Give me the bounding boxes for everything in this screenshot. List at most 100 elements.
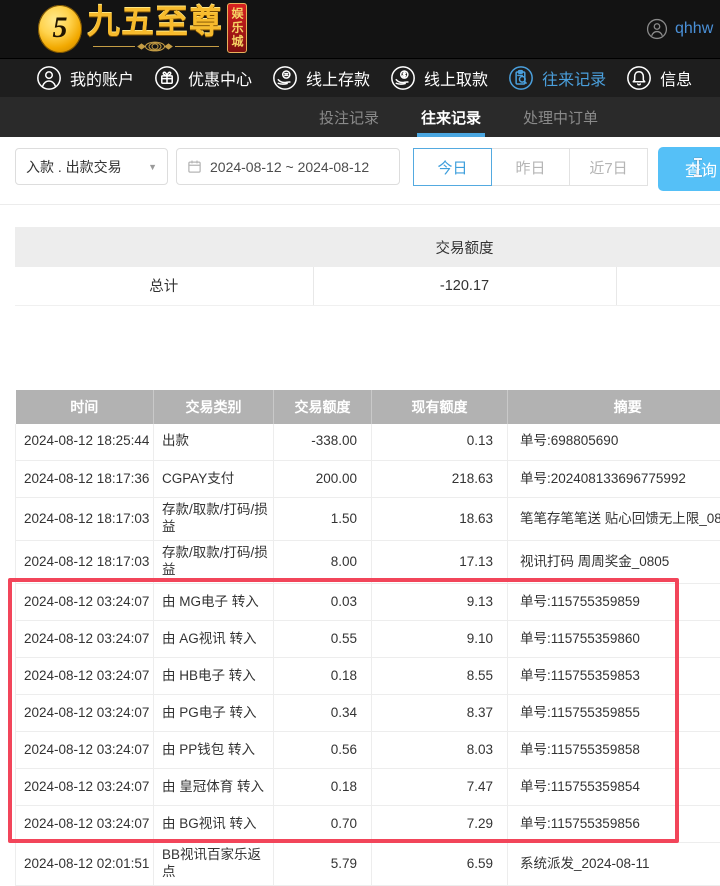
column-header: 摘要	[508, 390, 720, 424]
cell-balance: 8.03	[372, 732, 508, 769]
table-row: 2024-08-12 03:24:07由 MG电子 转入0.039.13单号:1…	[16, 584, 720, 621]
cell-time: 2024-08-12 03:24:07	[16, 806, 154, 843]
cell-amount: 0.55	[274, 621, 372, 658]
search-button[interactable]: 查询	[658, 147, 720, 191]
summary-header-row: 交易额度	[15, 227, 720, 267]
deposit-icon	[272, 65, 298, 91]
username-text[interactable]: qhhw	[675, 20, 713, 38]
bell-icon	[626, 65, 652, 91]
cell-summary: 单号:698805690	[508, 424, 720, 461]
quick-date-button-2[interactable]: 近7日	[569, 148, 648, 186]
quick-date-button-1[interactable]: 昨日	[491, 148, 570, 186]
records-icon	[508, 65, 534, 91]
cell-type: 由 PG电子 转入	[154, 695, 274, 732]
cell-time: 2024-08-12 03:24:07	[16, 584, 154, 621]
summary-header-empty	[15, 227, 313, 267]
cell-balance: 8.37	[372, 695, 508, 732]
summary-header-label: 交易额度	[313, 227, 616, 267]
cell-type: 存款/取款/打码/损益	[154, 541, 274, 584]
nav-item-label: 线上存款	[306, 66, 370, 90]
nav-item-label: 往来记录	[542, 66, 606, 90]
table-row: 2024-08-12 03:24:07由 HB电子 转入0.188.55单号:1…	[16, 658, 720, 695]
summary-section: 交易额度 总计 -120.17	[0, 227, 720, 306]
table-row: 2024-08-12 18:17:03存款/取款/打码/损益1.5018.63笔…	[16, 498, 720, 541]
logo-badge: 娱乐城	[227, 3, 247, 53]
cell-time: 2024-08-12 03:24:07	[16, 769, 154, 806]
site-logo[interactable]: 5 九五至尊 娱乐城	[38, 0, 247, 58]
cell-time: 2024-08-12 02:01:51	[16, 843, 154, 886]
cell-time: 2024-08-12 18:17:03	[16, 541, 154, 584]
nav-item-label: 线上取款	[424, 66, 488, 90]
cell-time: 2024-08-12 03:24:07	[16, 732, 154, 769]
cell-amount: 1.50	[274, 498, 372, 541]
table-row: 2024-08-12 02:01:51BB视讯百家乐返点5.796.59系统派发…	[16, 843, 720, 886]
user-account[interactable]: qhhw	[646, 0, 713, 58]
cell-type: 由 PP钱包 转入	[154, 732, 274, 769]
table-row: 2024-08-12 03:24:07由 PG电子 转入0.348.37单号:1…	[16, 695, 720, 732]
sub-tab-2[interactable]: 处理中订单	[519, 97, 602, 137]
table-row: 2024-08-12 03:24:07由 皇冠体育 转入0.187.47单号:1…	[16, 769, 720, 806]
cell-amount: -338.00	[274, 424, 372, 461]
nav-item-3[interactable]: 线上取款	[390, 65, 488, 91]
cell-balance: 9.10	[372, 621, 508, 658]
cell-summary: 单号:115755359859	[508, 584, 720, 621]
summary-header-empty	[616, 227, 720, 267]
cell-balance: 7.47	[372, 769, 508, 806]
cell-type: BB视讯百家乐返点	[154, 843, 274, 886]
withdraw-icon	[390, 65, 416, 91]
cell-type: 由 BG视讯 转入	[154, 806, 274, 843]
nav-item-0[interactable]: 我的账户	[36, 65, 134, 91]
cell-type: 由 MG电子 转入	[154, 584, 274, 621]
cell-time: 2024-08-12 03:24:07	[16, 658, 154, 695]
cell-summary: 单号:115755359858	[508, 732, 720, 769]
cell-summary: 单号:115755359853	[508, 658, 720, 695]
table-row: 2024-08-12 03:24:07由 PP钱包 转入0.568.03单号:1…	[16, 732, 720, 769]
nav-item-label: 优惠中心	[188, 66, 252, 90]
summary-total-row: 总计 -120.17	[15, 267, 720, 305]
cell-type: 出款	[154, 424, 274, 461]
cell-amount: 0.18	[274, 769, 372, 806]
user-icon	[36, 65, 62, 91]
cell-amount: 200.00	[274, 461, 372, 498]
cell-balance: 18.63	[372, 498, 508, 541]
cell-time: 2024-08-12 18:17:03	[16, 498, 154, 541]
calendar-icon	[187, 159, 202, 174]
sub-tab-0[interactable]: 投注记录	[315, 97, 383, 137]
summary-total-value: -120.17	[313, 267, 616, 305]
nav-item-2[interactable]: 线上存款	[272, 65, 370, 91]
cell-type: 存款/取款/打码/损益	[154, 498, 274, 541]
chevron-down-icon: ▼	[148, 162, 157, 172]
quick-date-button-0[interactable]: 今日	[413, 148, 492, 186]
cell-balance: 9.13	[372, 584, 508, 621]
transactions-body: 2024-08-12 18:25:44出款-338.000.13单号:69880…	[16, 424, 720, 886]
cell-type: 由 皇冠体育 转入	[154, 769, 274, 806]
date-range-input[interactable]: 2024-08-12 ~ 2024-08-12	[176, 148, 400, 185]
sub-nav: 投注记录往来记录处理中订单	[0, 97, 720, 137]
cell-amount: 8.00	[274, 541, 372, 584]
cell-amount: 0.18	[274, 658, 372, 695]
cell-type: 由 AG视讯 转入	[154, 621, 274, 658]
cell-amount: 5.79	[274, 843, 372, 886]
table-row: 2024-08-12 18:17:36CGPAY支付200.00218.63单号…	[16, 461, 720, 498]
nav-item-5[interactable]: 信息	[626, 65, 692, 91]
text-cursor-icon	[697, 159, 699, 176]
transactions-header-row: 时间交易类别交易额度现有额度摘要	[16, 390, 720, 424]
cell-summary: 笔笔存笔笔送 贴心回馈无上限_081	[508, 498, 720, 541]
summary-empty-cell	[616, 267, 720, 305]
cell-summary: 单号:115755359854	[508, 769, 720, 806]
table-row: 2024-08-12 03:24:07由 AG视讯 转入0.559.10单号:1…	[16, 621, 720, 658]
cell-balance: 8.55	[372, 658, 508, 695]
sub-tab-1[interactable]: 往来记录	[417, 97, 485, 137]
logo-coin-icon: 5	[38, 5, 82, 53]
site-header: 5 九五至尊 娱乐城 qhhw	[0, 0, 720, 58]
transaction-type-select[interactable]: 入款 . 出款交易 ▼	[15, 148, 168, 185]
table-row: 2024-08-12 18:25:44出款-338.000.13单号:69880…	[16, 424, 720, 461]
nav-item-1[interactable]: 优惠中心	[154, 65, 252, 91]
cell-summary: 单号:115755359860	[508, 621, 720, 658]
cell-balance: 17.13	[372, 541, 508, 584]
transactions-table: 时间交易类别交易额度现有额度摘要 2024-08-12 18:25:44出款-3…	[15, 390, 720, 886]
column-header: 现有额度	[372, 390, 508, 424]
nav-item-4[interactable]: 往来记录	[508, 65, 606, 91]
cell-balance: 7.29	[372, 806, 508, 843]
cell-balance: 6.59	[372, 843, 508, 886]
